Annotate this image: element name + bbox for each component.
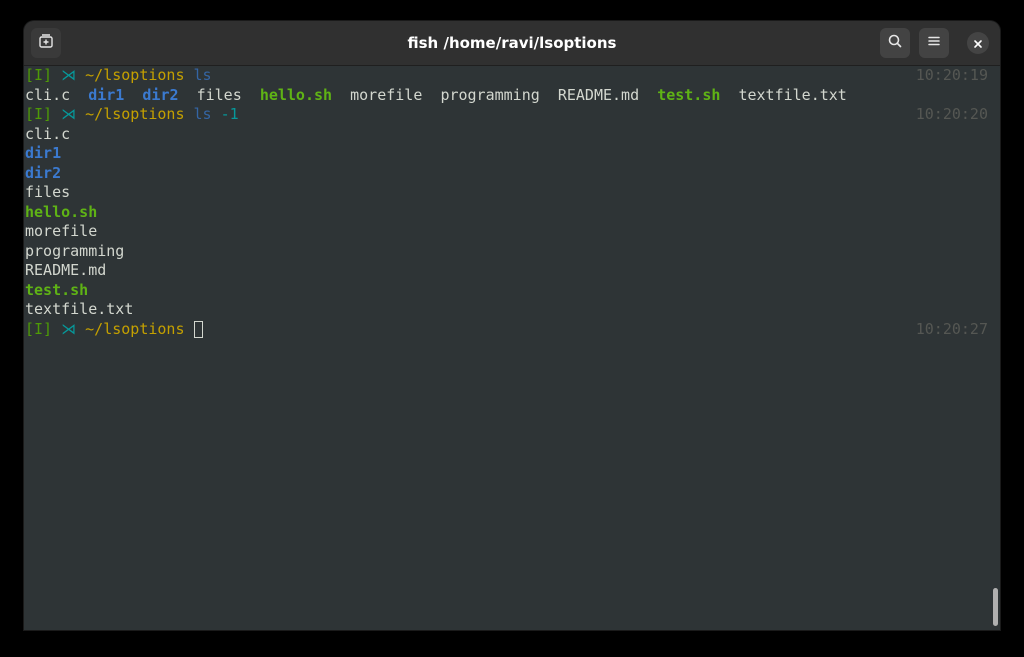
prompt-line: [I] ⋊ ~/lsoptions ls <box>25 66 212 86</box>
list-item: textfile.txt <box>25 300 134 318</box>
current-prompt-line[interactable]: [I] ⋊ ~/lsoptions <box>25 320 203 340</box>
list-item: dir1 <box>25 144 62 162</box>
list-item: test.sh <box>657 85 721 104</box>
list-item: cli.c <box>25 124 71 143</box>
prompt-mode: [I] <box>25 66 53 84</box>
list-item: programming <box>440 85 540 104</box>
list-item: files <box>25 183 71 201</box>
list-item: programming <box>25 241 125 260</box>
prompt-symbol: ⋊ <box>61 105 77 123</box>
list-item: dir2 <box>25 163 62 182</box>
list-item: textfile.txt <box>738 85 847 104</box>
list-item: morefile <box>350 85 423 104</box>
text-cursor <box>193 320 203 338</box>
list-item: README.md <box>25 261 107 279</box>
menu-button[interactable] <box>919 28 949 58</box>
new-tab-icon <box>38 33 54 53</box>
window-title: fish /home/ravi/lsoptions <box>407 34 617 52</box>
command: ls <box>193 66 212 84</box>
prompt-symbol: ⋊ <box>61 66 77 84</box>
list-item: hello.sh <box>259 85 333 104</box>
command-arg: -1 <box>220 105 239 123</box>
prompt-path: ~/lsoptions <box>85 105 185 123</box>
prompt-mode: [I] <box>25 105 53 123</box>
new-tab-button[interactable] <box>31 28 61 58</box>
prompt-symbol: ⋊ <box>61 319 77 338</box>
command: ls <box>193 105 212 123</box>
prompt-line: [I] ⋊ ~/lsoptions ls -1 <box>25 105 239 125</box>
close-icon <box>973 34 983 53</box>
terminal-window: fish /home/ravi/lsoptions [I] ⋊ ~/lsopti… <box>24 21 1000 630</box>
timestamp: 10:20:27 <box>915 319 988 338</box>
list-item: test.sh <box>25 280 89 299</box>
list-item: hello.sh <box>25 202 98 221</box>
terminal-content[interactable]: [I] ⋊ ~/lsoptions ls 10:20:19 cli.c dir1… <box>24 66 1000 630</box>
ls-output-line: cli.c dir1 dir2 files hello.sh morefile … <box>25 86 847 106</box>
prompt-path: ~/lsoptions <box>85 319 185 338</box>
hamburger-menu-icon <box>926 33 942 53</box>
list-item: README.md <box>557 85 640 104</box>
headerbar: fish /home/ravi/lsoptions <box>24 21 1000 66</box>
search-button[interactable] <box>880 28 910 58</box>
list-item: morefile <box>25 222 98 240</box>
close-button[interactable] <box>967 32 989 54</box>
prompt-mode: [I] <box>25 319 53 338</box>
search-icon <box>887 33 903 53</box>
list-item: files <box>196 85 242 104</box>
list-item: dir2 <box>142 85 179 104</box>
timestamp: 10:20:19 <box>915 66 988 84</box>
prompt-path: ~/lsoptions <box>85 66 185 84</box>
list-item: dir1 <box>88 85 125 104</box>
list-item: cli.c <box>25 85 71 104</box>
scrollbar[interactable] <box>993 588 998 626</box>
timestamp: 10:20:20 <box>915 105 988 123</box>
